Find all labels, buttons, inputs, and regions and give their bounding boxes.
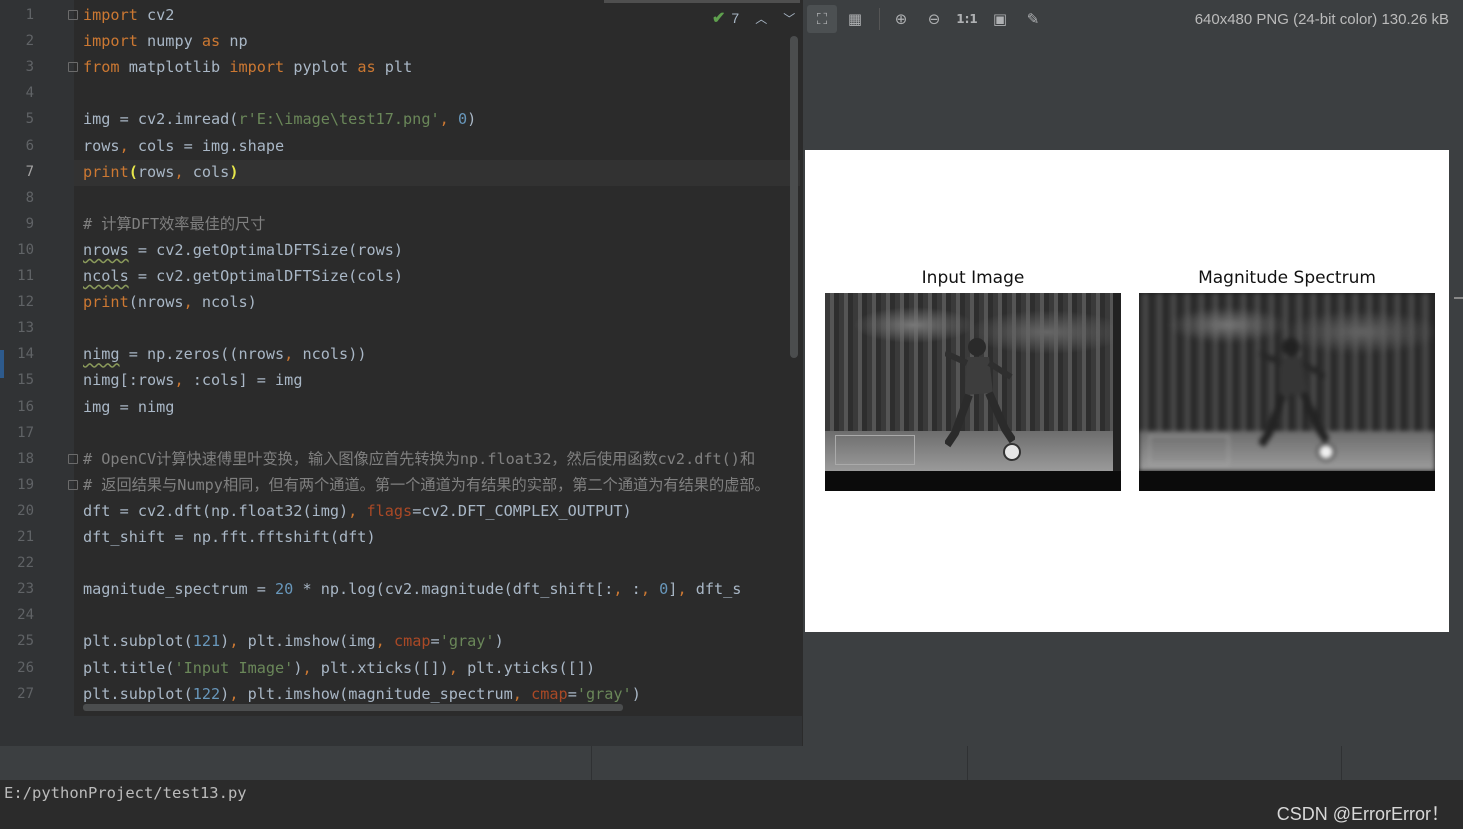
background-icon[interactable]: ▣ xyxy=(985,5,1015,33)
magnitude-spectrum-plot xyxy=(1139,293,1435,491)
code-line[interactable]: plt.subplot(122), plt.imshow(magnitude_s… xyxy=(83,681,641,707)
ide-window: 1 2 3 4 5 6 7 8 9 10 11 12 13 14 15 16 17 18 19 20 21 22 23 24 2… xyxy=(0,0,1463,829)
magnitude-spectrum-title: Magnitude Spectrum xyxy=(1198,268,1376,288)
code-line[interactable]: img = cv2.imread(r'E:\image\test17.png',… xyxy=(83,106,476,132)
code-line[interactable]: import numpy as np xyxy=(83,28,248,54)
code-line[interactable]: import cv2 xyxy=(83,2,174,28)
code-line[interactable]: nimg = np.zeros((nrows, ncols)) xyxy=(83,341,366,367)
toolbar-separator xyxy=(879,8,880,30)
code-line[interactable]: print(rows, cols) xyxy=(83,159,238,185)
console-output-line: E:/pythonProject/test13.py xyxy=(4,784,247,802)
line-number: 6 xyxy=(25,137,34,154)
gutter-marker xyxy=(0,350,4,378)
tab-cell[interactable] xyxy=(592,746,968,780)
ball xyxy=(1003,443,1021,461)
code-line[interactable]: nrows = cv2.getOptimalDFTSize(rows) xyxy=(83,237,403,263)
inspection-widget[interactable]: ✔ 7 ︿ ﹀ xyxy=(712,8,795,28)
code-line[interactable]: rows, cols = img.shape xyxy=(83,133,284,159)
zoom-in-icon[interactable]: ⊕ xyxy=(886,5,916,33)
line-number: 5 xyxy=(25,111,34,128)
code-line[interactable]: img = nimg xyxy=(83,394,174,420)
line-number: 19 xyxy=(17,476,34,493)
check-icon: ✔ xyxy=(712,10,726,27)
line-number: 3 xyxy=(25,59,34,76)
code-line[interactable]: plt.subplot(121), plt.imshow(img, cmap='… xyxy=(83,628,504,654)
line-number-gutter[interactable]: 1 2 3 4 5 6 7 8 9 10 11 12 13 14 15 16 17 18 19 20 21 22 23 24 2… xyxy=(0,0,78,716)
code-line[interactable]: from matplotlib import pyplot as plt xyxy=(83,54,412,80)
tab-cell[interactable] xyxy=(0,746,592,780)
image-info: 640x480 PNG (24-bit color) 130.26 kB xyxy=(1194,11,1449,28)
line-number: 2 xyxy=(25,33,34,50)
code-line[interactable]: nimg[:rows, :cols] = img xyxy=(83,367,302,393)
line-number: 24 xyxy=(17,607,34,624)
figure-canvas: Input Image Magnitude Spectrum xyxy=(805,150,1449,632)
tab-cell[interactable] xyxy=(968,746,1342,780)
code-line[interactable]: dft = cv2.dft(np.float32(img), flags=cv2… xyxy=(83,498,632,524)
code-line[interactable]: dft_shift = np.fft.fftshift(dft) xyxy=(83,524,376,550)
code-editor[interactable]: 1 2 3 4 5 6 7 8 9 10 11 12 13 14 15 16 17 18 19 20 21 22 23 24 2… xyxy=(0,0,802,716)
fold-marker-icon[interactable] xyxy=(68,479,78,490)
code-line[interactable]: # 计算DFT效率最佳的尺寸 xyxy=(83,211,265,237)
line-number: 1 xyxy=(25,7,34,23)
inspection-count: 7 xyxy=(731,10,740,26)
image-viewer: ⛶ ▦ ⊕ ⊖ 1:1 ▣ ✎ 640x480 PNG (24-bit color) 130… xyxy=(803,0,1463,746)
line-number: 11 xyxy=(17,268,34,284)
input-image-title: Input Image xyxy=(921,268,1025,288)
line-number: 18 xyxy=(17,450,34,467)
code-line[interactable]: # 返回结果与Numpy相同，但有两个通道。第一个通道为有结果的实部，第二个通道… xyxy=(83,472,770,498)
line-number: 14 xyxy=(17,346,34,363)
line-number: 22 xyxy=(17,555,34,572)
line-number: 21 xyxy=(17,529,34,545)
editor-top-scroll-marker xyxy=(604,0,800,3)
fit-to-window-icon[interactable]: ⛶ xyxy=(807,5,837,33)
color-picker-icon[interactable]: ✎ xyxy=(1018,5,1048,33)
line-number: 15 xyxy=(17,372,34,389)
line-number: 16 xyxy=(17,398,34,415)
zoom-out-icon[interactable]: ⊖ xyxy=(919,5,949,33)
line-number: 9 xyxy=(25,215,34,232)
actual-size-icon[interactable]: 1:1 xyxy=(952,5,982,33)
code-line[interactable]: print(nrows, ncols) xyxy=(83,289,257,315)
line-number: 13 xyxy=(17,320,34,337)
editor-horizontal-scrollbar[interactable] xyxy=(83,704,623,711)
line-number: 7 xyxy=(25,163,34,180)
editor-bottom-strip xyxy=(0,716,802,746)
line-number: 8 xyxy=(25,189,34,206)
code-line[interactable]: plt.title('Input Image'), plt.xticks([])… xyxy=(83,655,595,681)
line-number: 23 xyxy=(17,581,34,598)
editor-vertical-scrollbar[interactable] xyxy=(790,36,798,358)
line-number: 17 xyxy=(17,424,34,441)
line-number: 4 xyxy=(25,85,34,102)
player-figure xyxy=(945,338,1015,448)
grid-icon[interactable]: ▦ xyxy=(840,5,870,33)
line-number: 10 xyxy=(17,241,34,258)
fold-marker-icon[interactable] xyxy=(68,62,78,73)
input-image-plot xyxy=(825,293,1121,491)
fold-marker-icon[interactable] xyxy=(68,10,78,20)
code-line[interactable]: # OpenCV计算快速傅里叶变换，输入图像应首先转换为np.float32，然… xyxy=(83,446,755,472)
line-number: 12 xyxy=(17,294,34,311)
line-number: 27 xyxy=(17,685,34,702)
fold-marker-icon[interactable] xyxy=(68,453,78,464)
code-line[interactable]: ncols = cv2.getOptimalDFTSize(cols) xyxy=(83,263,403,289)
line-number: 20 xyxy=(17,502,34,519)
chevron-up-icon[interactable]: ︿ xyxy=(755,10,767,27)
viewer-edge-marker xyxy=(1454,297,1463,299)
watermark: CSDN @ErrorError！ xyxy=(1276,804,1449,824)
chevron-down-icon[interactable]: ﹀ xyxy=(783,10,795,27)
line-number: 25 xyxy=(17,633,34,650)
code-line[interactable]: magnitude_spectrum = 20 * np.log(cv2.mag… xyxy=(83,576,741,602)
line-number: 26 xyxy=(17,659,34,676)
